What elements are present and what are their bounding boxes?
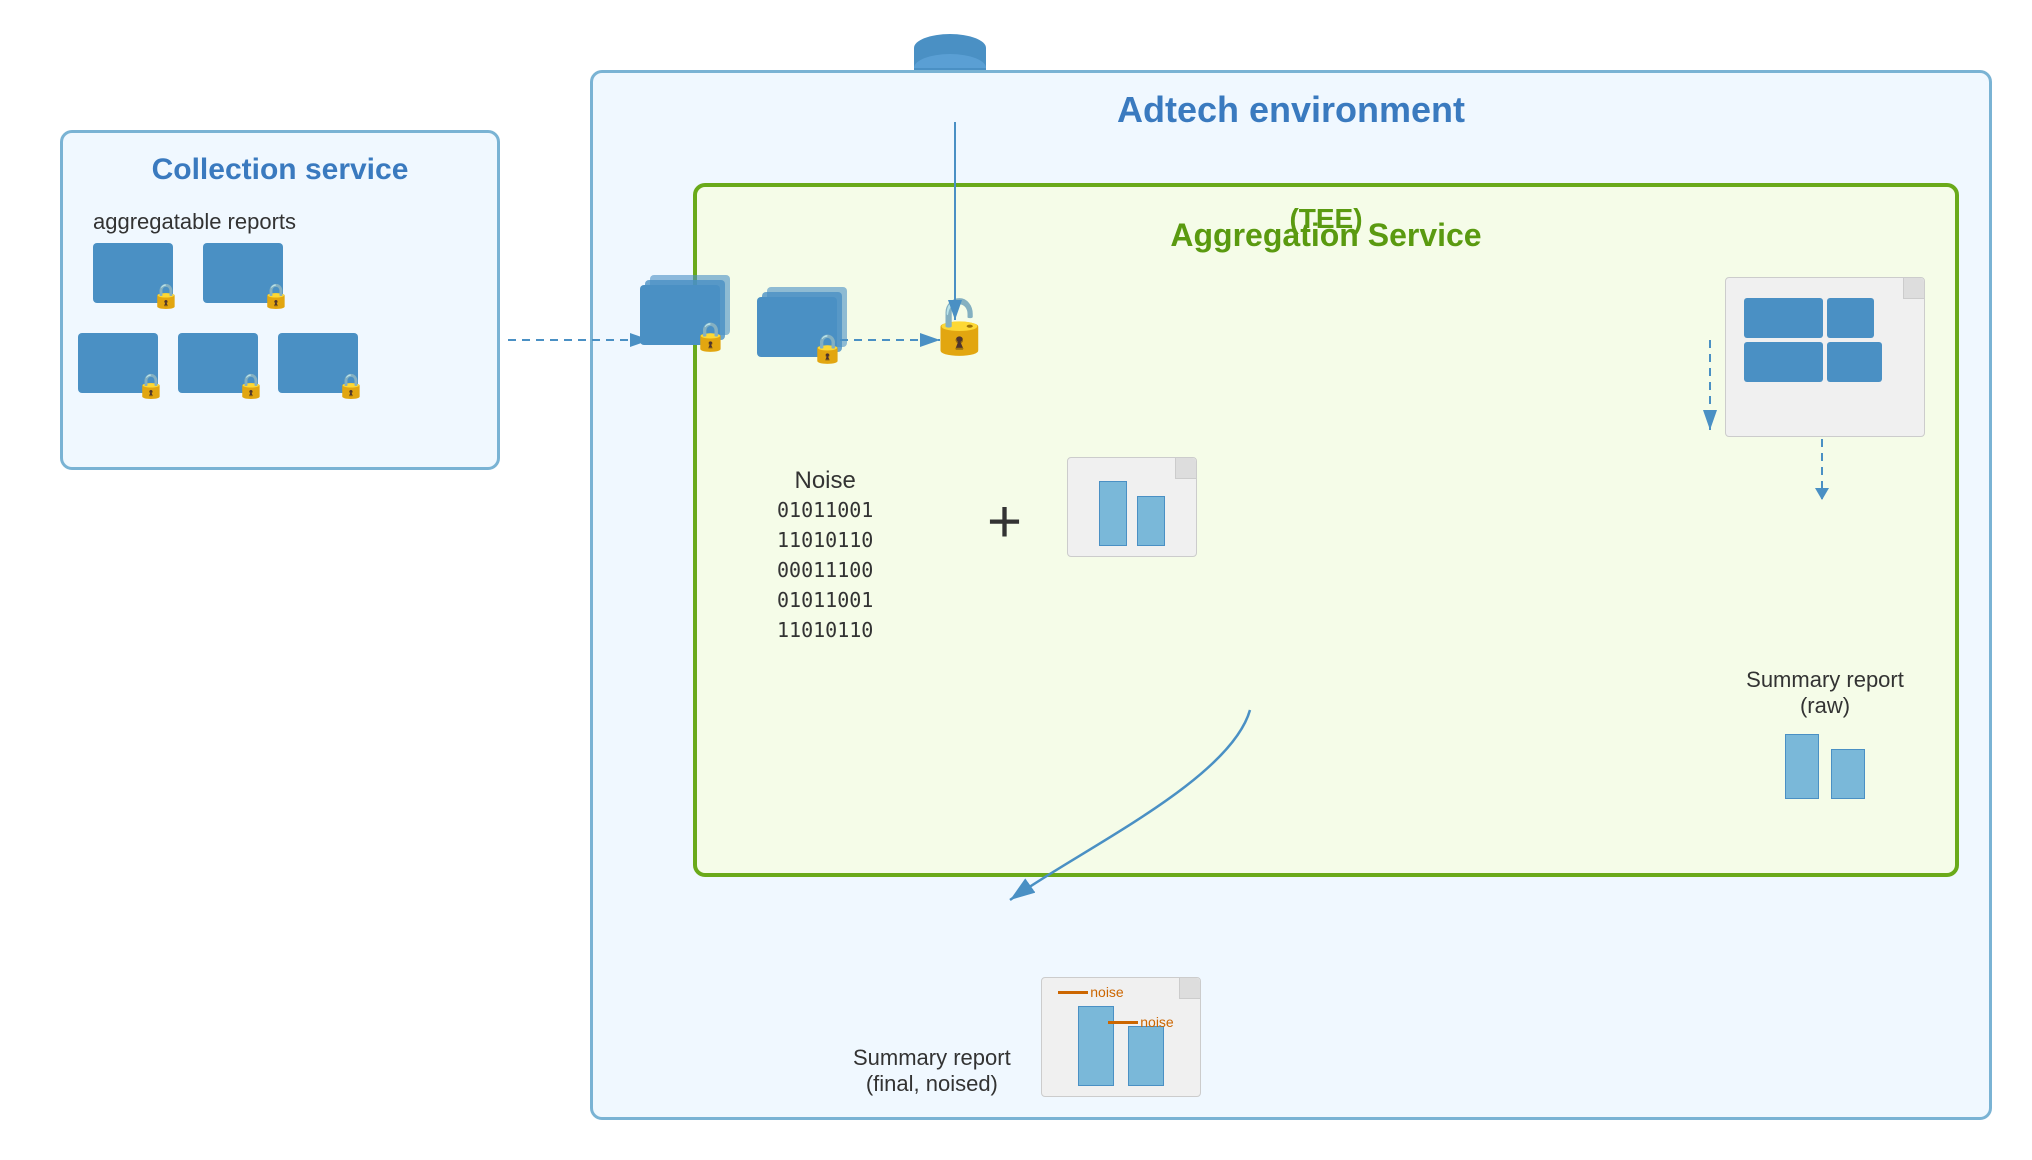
adtech-environment-box: Adtech environment Aggregation Service (… (590, 70, 1992, 1120)
collection-card-2: 🔒 (203, 243, 283, 303)
final-card-body: noise noise (1041, 977, 1201, 1097)
summary-final-sublabel: (final, noised) (853, 1071, 1011, 1097)
data-cell-3 (1744, 342, 1823, 382)
aggregation-service-label: Aggregation Service (1170, 217, 1481, 254)
noise-annotation-2: noise (1108, 1014, 1173, 1030)
aggregation-service-box: Aggregation Service (TEE) 🔒 🔓 (693, 183, 1959, 877)
lock-icon-4: 🔒 (236, 372, 266, 401)
data-cell-1 (1744, 298, 1823, 338)
mini-bar-1 (1099, 481, 1127, 546)
summary-final-label: Summary report (853, 1045, 1011, 1071)
data-grid (1734, 286, 1916, 392)
noise-text-2: noise (1140, 1014, 1173, 1030)
tee-report-stack: 🔒 (757, 297, 837, 362)
unlock-icon: 🔓 (927, 297, 992, 358)
lock-icon-2: 🔒 (261, 282, 291, 311)
summary-raw-sublabel: (raw) (1725, 693, 1925, 719)
lock-icon-1: 🔒 (151, 282, 181, 311)
summary-raw-label: Summary report (1725, 667, 1925, 693)
lock-icon-5: 🔒 (336, 372, 366, 401)
collection-card-1: 🔒 (93, 243, 173, 303)
summary-raw-mini-container (1067, 457, 1197, 557)
adtech-env-label: Adtech environment (1117, 89, 1465, 131)
mini-bar-2 (1137, 496, 1165, 546)
middle-card-lock: 🔒 (693, 320, 728, 353)
summary-final-container: Summary report (final, noised) noise (853, 977, 1353, 1097)
collection-card-5: 🔒 (278, 333, 358, 393)
collection-row-2: 🔒 🔒 🔒 (78, 333, 358, 393)
data-cell-4 (1827, 342, 1882, 382)
collection-card-3: 🔒 (78, 333, 158, 393)
plus-sign: + (987, 487, 1022, 556)
summary-raw-label-container: Summary report (raw) (1725, 667, 1925, 719)
collection-reports-label: aggregatable reports (93, 209, 296, 235)
noise-line-2 (1108, 1021, 1138, 1024)
middle-card-stack: 🔒 (640, 285, 720, 350)
final-chart-card: noise noise (1041, 977, 1201, 1097)
noise-binary: 01011001 11010110 00011100 01011001 1101… (777, 495, 873, 645)
final-bar-2-container: noise (1128, 1026, 1164, 1086)
collection-card-4: 🔒 (178, 333, 258, 393)
summary-raw-mini-card (1067, 457, 1197, 557)
raw-bar-chart (1725, 729, 1925, 799)
lock-icon-3: 🔒 (136, 372, 166, 401)
data-cell-2 (1827, 298, 1874, 338)
vertical-arrow-1 (1821, 439, 1823, 499)
collection-service-label: Collection service (152, 153, 409, 187)
noise-label: Noise (777, 467, 873, 495)
summary-final-row: Summary report (final, noised) noise (853, 977, 1353, 1097)
diagram-container: Adtech environment Aggregation Service (… (30, 30, 2002, 1130)
final-bar-2 (1128, 1026, 1164, 1086)
summary-final-label-area: Summary report (final, noised) (853, 1045, 1011, 1097)
summary-raw-container: Summary report (raw) (1725, 277, 1925, 799)
collection-service-box: Collection service aggregatable reports … (60, 130, 500, 470)
noise-section: Noise 01011001 11010110 00011100 0101100… (777, 467, 873, 645)
raw-bar-1 (1785, 734, 1819, 799)
raw-bar-2 (1831, 749, 1865, 799)
noise-annotation-1: noise (1058, 984, 1123, 1000)
noise-line-1 (1058, 991, 1088, 994)
summary-raw-card (1725, 277, 1925, 437)
noise-text-1: noise (1090, 984, 1123, 1000)
collection-row-1: 🔒 🔒 (93, 243, 283, 303)
